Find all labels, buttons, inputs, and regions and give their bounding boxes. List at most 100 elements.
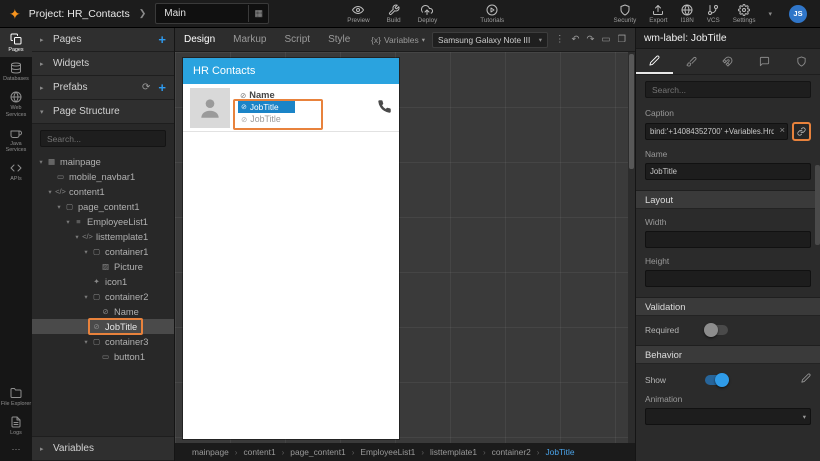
chevron-down-icon[interactable]: ▾: [45, 188, 55, 196]
tab-design[interactable]: Design: [175, 28, 224, 51]
animation-select[interactable]: [645, 408, 811, 425]
section-page-structure[interactable]: ▾ Page Structure: [32, 100, 174, 124]
chevron-down-icon[interactable]: ▾: [768, 10, 772, 18]
export-button[interactable]: Export: [649, 4, 667, 24]
panel-scrollbar-thumb[interactable]: [815, 165, 820, 245]
phone-call-icon[interactable]: [377, 99, 392, 117]
section-prefabs[interactable]: ▸ Prefabs ⟳ +: [32, 76, 174, 100]
toolbar-right-group: {x} Variables ▾ Samsung Galaxy Note III …: [371, 31, 635, 48]
design-canvas[interactable]: HR Contacts ⊘ Name ⊘ JobTitle ⊘ JobTitle: [175, 52, 635, 443]
breadcrumb-item[interactable]: mainpage: [192, 447, 229, 457]
bind-link-button[interactable]: [792, 122, 811, 141]
rail-item-java-services[interactable]: Java Services: [0, 122, 32, 157]
rail-item-web-services[interactable]: Web Services: [0, 86, 32, 121]
refresh-icon[interactable]: ⟳: [142, 82, 150, 93]
security-button[interactable]: Security: [614, 4, 636, 24]
app-grid-icon[interactable]: ▦: [248, 5, 268, 22]
canvas-label-name[interactable]: ⊘ Name: [238, 90, 295, 100]
tree-item-mobile-navbar1[interactable]: ▭ mobile_navbar1: [32, 169, 174, 184]
required-toggle[interactable]: [704, 323, 728, 337]
i18n-button[interactable]: I18N: [680, 4, 694, 24]
tree-item-mainpage[interactable]: ▾ ▦ mainpage: [32, 154, 174, 169]
tree-item-page-content1[interactable]: ▾ ▢ page_content1: [32, 199, 174, 214]
properties-search-input[interactable]: [645, 81, 811, 98]
device-frame-icon[interactable]: ▭: [601, 35, 610, 45]
tree-item-container2[interactable]: ▾ ▢ container2: [32, 289, 174, 304]
breadcrumb-item-current[interactable]: JobTitle: [545, 447, 574, 457]
popout-icon[interactable]: ❐: [617, 35, 626, 45]
clear-icon[interactable]: ×: [779, 125, 785, 136]
employee-list-item[interactable]: ⊘ Name ⊘ JobTitle ⊘ JobTitle: [183, 84, 399, 132]
settings-button[interactable]: Settings: [733, 3, 755, 24]
tab-style[interactable]: Style: [319, 28, 359, 51]
tab-properties[interactable]: [636, 49, 673, 74]
tree-item-content1[interactable]: ▾ </> content1: [32, 184, 174, 199]
rail-item-databases[interactable]: Databases: [0, 57, 32, 86]
section-variables[interactable]: ▸ Variables: [32, 436, 174, 461]
section-widgets[interactable]: ▸ Widgets: [32, 52, 174, 76]
show-toggle[interactable]: [705, 372, 729, 387]
canvas-label-jobtitle[interactable]: ⊘ JobTitle: [238, 113, 295, 125]
structure-search-input[interactable]: [40, 130, 166, 147]
add-prefab-button[interactable]: +: [158, 81, 166, 94]
undo-icon[interactable]: ↶: [572, 35, 580, 45]
tab-security[interactable]: [783, 49, 820, 74]
rail-item-pages[interactable]: Pages: [0, 28, 32, 58]
breadcrumb-item[interactable]: container2: [492, 447, 531, 457]
tree-item-container3[interactable]: ▾ ▢ container3: [32, 334, 174, 349]
show-bind-button[interactable]: [801, 373, 811, 386]
tab-markup[interactable]: Markup: [224, 28, 275, 51]
tree-item-icon1[interactable]: ✦ icon1: [32, 274, 174, 289]
more-options-icon[interactable]: ⋯: [0, 440, 32, 461]
tab-bindings[interactable]: [710, 49, 747, 74]
section-pages[interactable]: ▸ Pages +: [32, 28, 174, 52]
kebab-menu-icon[interactable]: ⋮: [555, 35, 565, 45]
tree-item-name[interactable]: ⊘ Name: [32, 304, 174, 319]
rail-item-logs[interactable]: Logs: [0, 411, 32, 440]
tab-script[interactable]: Script: [276, 28, 320, 51]
build-button[interactable]: Build: [387, 4, 401, 24]
caption-input[interactable]: [645, 123, 788, 140]
chevron-down-icon[interactable]: ▾: [81, 248, 91, 256]
scrollbar-thumb[interactable]: [629, 54, 634, 169]
page-selector[interactable]: Main ▦: [155, 3, 270, 24]
chevron-down-icon[interactable]: ▾: [81, 293, 91, 301]
picture-placeholder[interactable]: [190, 87, 230, 128]
tab-styles[interactable]: [673, 49, 710, 74]
tutorials-button[interactable]: Tutorials: [480, 4, 504, 24]
tree-item-employeelist1[interactable]: ▾ ≡ EmployeeList1: [32, 214, 174, 229]
chevron-down-icon[interactable]: ▾: [63, 218, 73, 226]
chevron-down-icon[interactable]: ▾: [72, 233, 82, 241]
tree-item-button1[interactable]: ▭ button1: [32, 349, 174, 364]
chevron-down-icon[interactable]: ▾: [36, 158, 46, 166]
preview-button[interactable]: Preview: [347, 4, 370, 24]
redo-icon[interactable]: ↷: [587, 35, 595, 45]
tree-item-listtemplate1[interactable]: ▾ </> listtemplate1: [32, 229, 174, 244]
rail-item-file-explorer[interactable]: File Explorer: [0, 382, 32, 411]
height-input[interactable]: [645, 270, 811, 287]
breadcrumb-item[interactable]: listtemplate1: [430, 447, 477, 457]
variables-dropdown[interactable]: {x} Variables ▾: [371, 35, 425, 45]
chevron-down-icon[interactable]: ▾: [81, 338, 91, 346]
deploy-button[interactable]: Deploy: [418, 4, 437, 24]
phone-page-header[interactable]: HR Contacts: [183, 58, 399, 84]
add-page-button[interactable]: +: [158, 33, 166, 46]
name-input[interactable]: [645, 163, 811, 180]
properties-body: Caption × Name Layout Width Height Vali: [636, 75, 820, 461]
chevron-down-icon[interactable]: ▾: [54, 203, 64, 211]
tab-events[interactable]: [746, 49, 783, 74]
vcs-button[interactable]: VCS: [707, 4, 720, 24]
user-avatar[interactable]: JS: [789, 4, 807, 23]
canvas-label-jobtitle-selected[interactable]: ⊘ JobTitle: [238, 101, 295, 113]
breadcrumb-item[interactable]: page_content1: [290, 447, 345, 457]
breadcrumb-item[interactable]: content1: [243, 447, 275, 457]
breadcrumb-item[interactable]: EmployeeList1: [360, 447, 415, 457]
tree-item-container1[interactable]: ▾ ▢ container1: [32, 244, 174, 259]
width-input[interactable]: [645, 231, 811, 248]
rail-item-apis[interactable]: APIs: [0, 157, 32, 186]
device-selector[interactable]: Samsung Galaxy Note III ▾: [432, 31, 549, 48]
tree-item-picture[interactable]: ▨ Picture: [32, 259, 174, 274]
canvas-scrollbar[interactable]: [628, 52, 635, 443]
phone-preview[interactable]: HR Contacts ⊘ Name ⊘ JobTitle ⊘ JobTitle: [183, 58, 399, 439]
tree-item-jobtitle[interactable]: ⊘ JobTitle: [32, 318, 174, 335]
